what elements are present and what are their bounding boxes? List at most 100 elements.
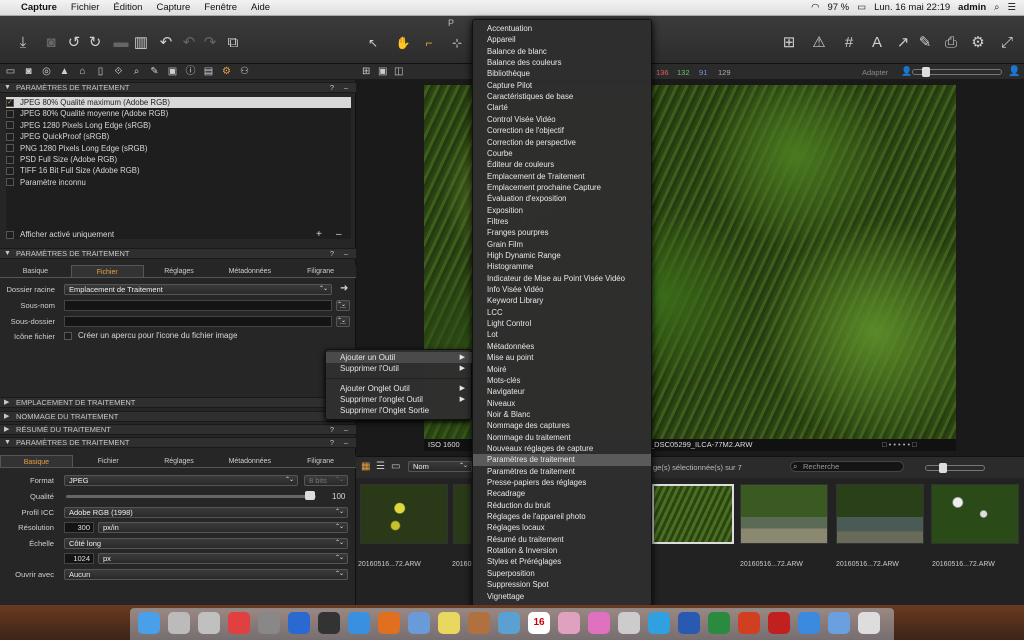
collapse-icon[interactable]: – xyxy=(344,425,348,435)
process-tab-icon[interactable]: ⚙ xyxy=(219,66,234,78)
menu-item-supprimer-onglet[interactable]: Supprimer l'onglet Outil ▶ xyxy=(326,394,473,405)
submenu-item[interactable]: Vignettage xyxy=(473,591,651,602)
recipe-item[interactable]: PNG 1280 Pixels Long Edge (sRGB) xyxy=(6,143,351,154)
copy-icon[interactable]: ⧉ xyxy=(222,34,244,52)
submenu-item[interactable]: Réglages de l'appareil photo xyxy=(473,511,651,522)
battery-status[interactable]: 97 % xyxy=(827,2,849,13)
print-icon[interactable]: ⎙ xyxy=(940,34,962,52)
mail-icon[interactable] xyxy=(408,612,430,634)
capture-tab-icon[interactable]: ◙ xyxy=(21,66,36,78)
thumb-size-slider[interactable] xyxy=(925,465,985,471)
launchpad-icon[interactable] xyxy=(168,612,190,634)
browser-grid-icon[interactable]: ▦ xyxy=(361,461,370,472)
resolution-field[interactable]: 300 xyxy=(64,522,94,533)
submenu-item[interactable]: Bibliothèque xyxy=(473,68,651,79)
submenu-item[interactable]: Paramètres de traitement xyxy=(473,466,651,477)
word-icon[interactable] xyxy=(678,612,700,634)
submenu-item[interactable]: Correction de l'objectif xyxy=(473,125,651,136)
submenu-item[interactable]: Styles et Préréglages xyxy=(473,556,651,567)
teamviewer-icon[interactable] xyxy=(288,612,310,634)
arrow-icon[interactable]: ↗ xyxy=(892,34,914,52)
recipe-checkbox[interactable] xyxy=(6,166,14,175)
notification-icon[interactable]: ☰ xyxy=(1007,2,1016,13)
tab-basique[interactable]: Basique xyxy=(0,455,73,467)
submenu-item[interactable]: Control Visée Vidéo xyxy=(473,114,651,125)
browser-filmstrip-icon[interactable]: ▭ xyxy=(391,461,400,472)
usb-icon[interactable] xyxy=(618,612,640,634)
menu-item-ajouter-onglet[interactable]: Ajouter Onglet Outil ▶ xyxy=(326,383,473,394)
submenu-item[interactable]: Mots-clés xyxy=(473,375,651,386)
menu-item-supprimer-onglet-sortie[interactable]: Supprimer l'Onglet Sortie xyxy=(326,405,473,416)
submenu-item[interactable]: Rotation & Inversion xyxy=(473,545,651,556)
notes-icon[interactable] xyxy=(438,612,460,634)
collapse-icon[interactable]: – xyxy=(344,83,348,93)
focus-tab-icon[interactable]: ⌕ xyxy=(129,66,144,78)
submenu-item[interactable]: Moiré xyxy=(473,364,651,375)
submenu-item[interactable]: Light Control xyxy=(473,318,651,329)
settings-icon[interactable]: ⚙ xyxy=(967,34,989,52)
submenu-item[interactable]: Métadonnées xyxy=(473,341,651,352)
submenu-item[interactable]: Réduction du bruit xyxy=(473,500,651,511)
submenu-item[interactable]: Presse-papiers des réglages xyxy=(473,477,651,488)
submenu-item[interactable]: High Dynamic Range xyxy=(473,250,651,261)
submenu-item[interactable]: Filtres xyxy=(473,216,651,227)
thumbnail[interactable] xyxy=(836,484,924,544)
rotate-left-icon[interactable]: ↺ xyxy=(63,34,85,52)
recipe-checkbox[interactable] xyxy=(6,121,14,130)
pan-icon[interactable]: ✋ xyxy=(392,34,414,52)
section-header-recipes[interactable]: ▼ PARAMÈTRES DE TRAITEMENT ? – xyxy=(0,82,356,93)
submenu-item[interactable]: Paramètres de traitement xyxy=(473,454,651,466)
submenu-item[interactable]: Courbe xyxy=(473,148,651,159)
recipe-checkbox[interactable] xyxy=(6,155,14,164)
qualite-value[interactable]: 100 xyxy=(332,492,345,501)
wifi-icon[interactable]: ◠ xyxy=(811,2,819,13)
recipe-item[interactable]: JPEG QuickProof (sRGB) xyxy=(6,131,351,142)
books-icon[interactable] xyxy=(468,612,490,634)
echelle-select[interactable]: Côté long xyxy=(64,538,348,549)
acrobat-icon[interactable] xyxy=(768,612,790,634)
zoom-adapt-label[interactable]: Adapter xyxy=(862,68,888,77)
menu-item-supprimer-outil[interactable]: Supprimer l'Outil ▶ xyxy=(326,363,473,374)
recipe-checkbox[interactable]: ✓ xyxy=(6,98,14,107)
submenu-item[interactable]: Résumé du traitement xyxy=(473,534,651,545)
grid-lines-icon[interactable]: # xyxy=(838,34,860,52)
menu-aide[interactable]: Aide xyxy=(244,2,277,13)
thumb-size-handle[interactable] xyxy=(939,463,947,473)
submenu-item[interactable]: Lot xyxy=(473,329,651,340)
capture-icon[interactable] xyxy=(318,612,340,634)
submenu-item[interactable]: LCC xyxy=(473,307,651,318)
preview-icon[interactable] xyxy=(498,612,520,634)
rating-dots[interactable]: □ • • • • • □ xyxy=(882,439,917,451)
submenu-item[interactable]: Balance des couleurs xyxy=(473,57,651,68)
submenu-item[interactable]: Franges pourpres xyxy=(473,227,651,238)
redo-left-icon[interactable]: ↶ xyxy=(178,34,200,52)
text-icon[interactable]: A xyxy=(866,34,888,52)
tab-reglages[interactable]: Réglages xyxy=(144,455,215,467)
adjust-tab-icon[interactable]: ▣ xyxy=(165,66,180,78)
submenu-item[interactable]: Nouveaux réglages de capture xyxy=(473,443,651,454)
submenu-item[interactable]: Emplacement de Traitement xyxy=(473,171,651,182)
submenu-item[interactable]: Indicateur de Mise au Point Visée Vidéo xyxy=(473,273,651,284)
submenu-item[interactable]: Superposition xyxy=(473,568,651,579)
local-tab-icon[interactable]: ✎ xyxy=(147,66,162,78)
remove-recipe-button[interactable]: – xyxy=(336,229,342,240)
ouvrir-avec-select[interactable]: Aucun xyxy=(64,569,348,580)
recipe-item[interactable]: JPEG 80% Qualité moyenne (Adobe RGB) xyxy=(6,108,351,119)
submenu-item[interactable]: Keyword Library xyxy=(473,295,651,306)
help-icon[interactable]: ? xyxy=(330,83,334,93)
pencil-icon[interactable]: ✎ xyxy=(914,34,936,52)
recipe-item[interactable]: Paramètre inconnu xyxy=(6,177,351,188)
submenu-item[interactable]: Info Visée Vidéo xyxy=(473,284,651,295)
add-recipe-button[interactable]: + xyxy=(316,229,322,240)
sous-dossier-field[interactable] xyxy=(64,316,332,327)
section-header-collapsed[interactable]: ▶ EMPLACEMENT DE TRAITEMENT xyxy=(0,397,356,408)
itunes-icon[interactable] xyxy=(588,612,610,634)
submenu-item[interactable]: Grain Film xyxy=(473,239,651,250)
tab-fichier[interactable]: Fichier xyxy=(70,265,144,277)
submenu-item[interactable]: Correction de perspective xyxy=(473,137,651,148)
photos-icon[interactable] xyxy=(558,612,580,634)
lens-tab-icon[interactable]: ◎ xyxy=(39,66,54,78)
batch-tab-icon[interactable]: ⚇ xyxy=(237,66,252,78)
recipe-checkbox[interactable] xyxy=(6,109,14,118)
sous-nom-more-button[interactable]: ... xyxy=(336,300,350,311)
